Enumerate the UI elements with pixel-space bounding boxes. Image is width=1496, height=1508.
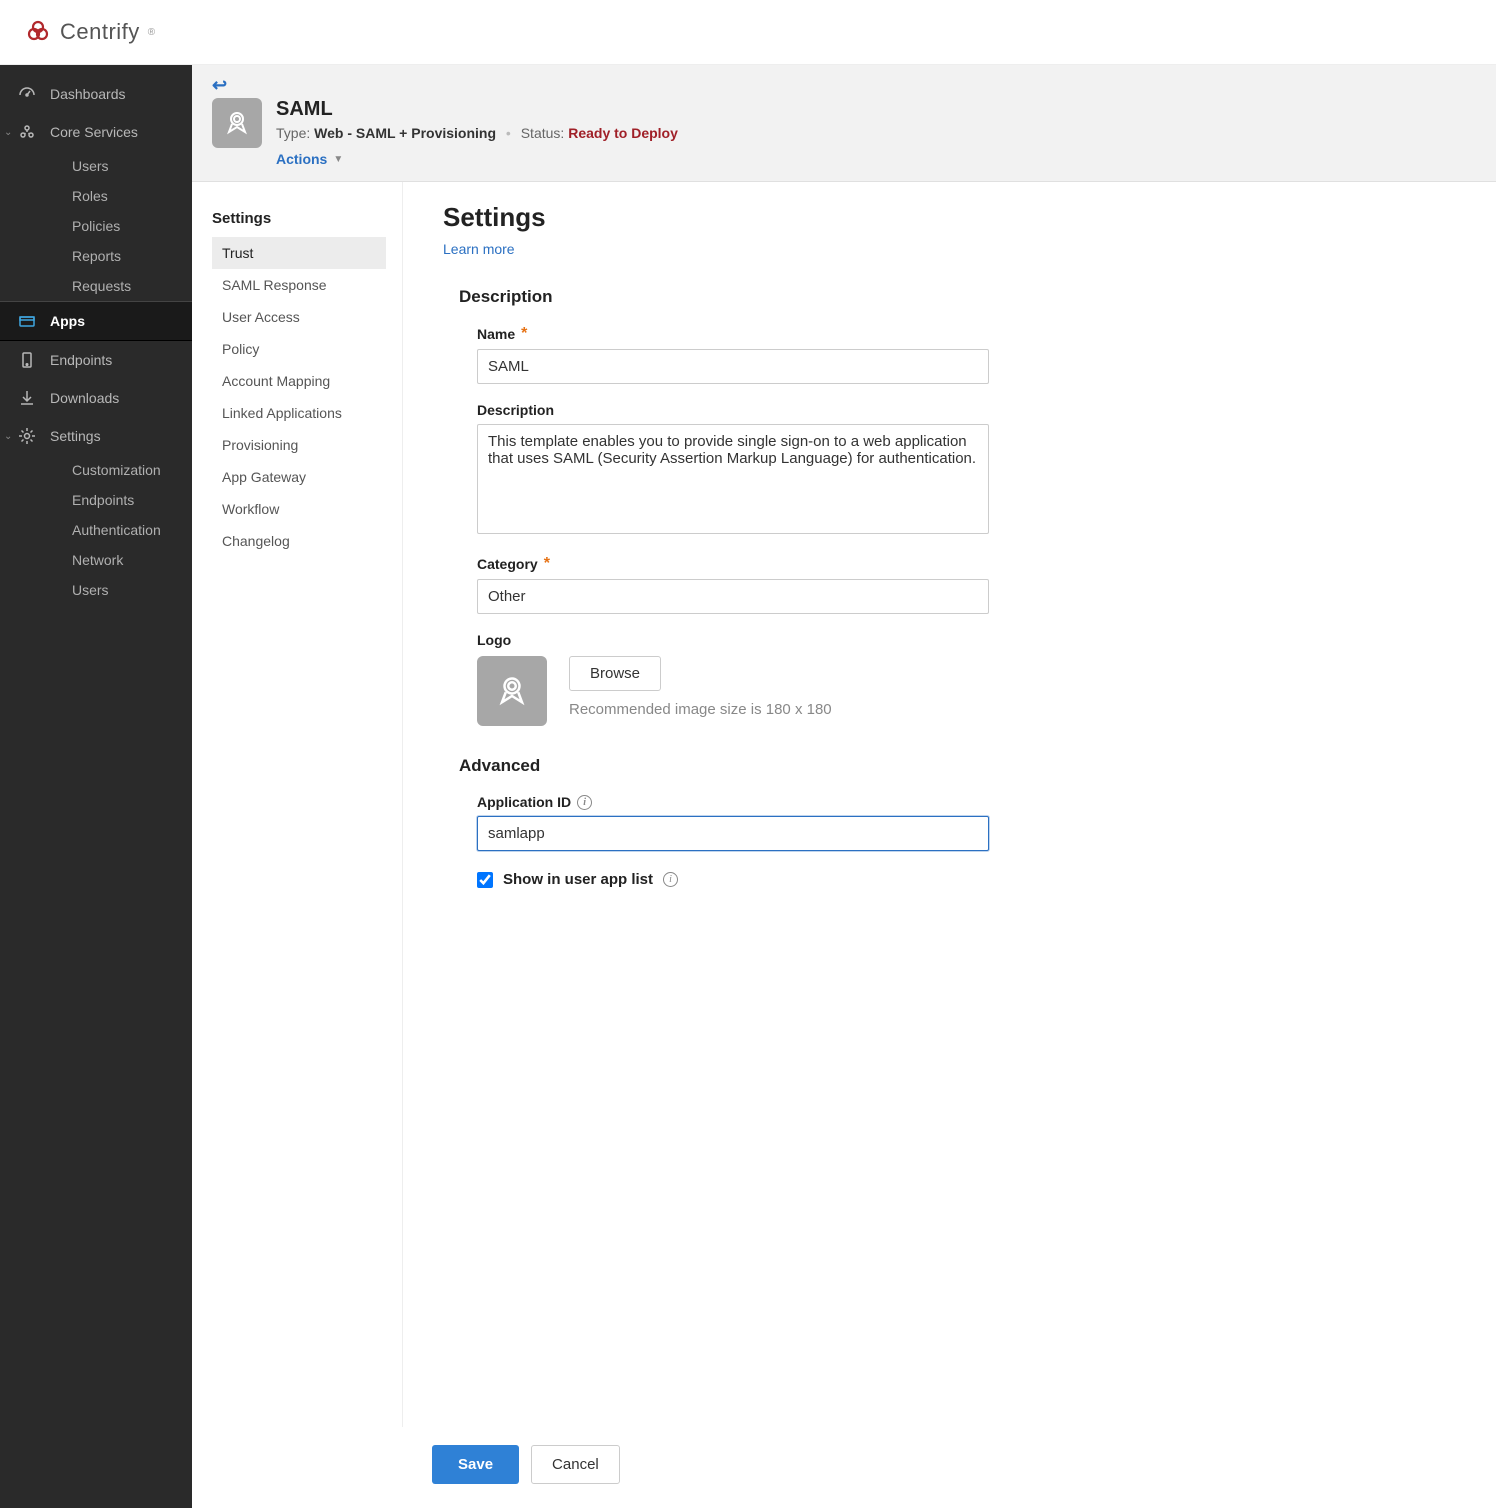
page-header-bar: ↩ SAML Type: Web - SAML + Provisioning •… xyxy=(192,65,1496,182)
chevron-down-icon: ⌄ xyxy=(4,431,12,442)
logo-label: Logo xyxy=(477,632,1062,648)
brand-logo[interactable]: Centrify ® xyxy=(24,17,155,48)
sidebar-item-downloads[interactable]: Downloads xyxy=(0,379,192,417)
sidebar-sub-policies[interactable]: Policies xyxy=(0,211,192,241)
logo-icon xyxy=(24,17,52,48)
page-title: SAML xyxy=(276,98,678,121)
footer-actions: Save Cancel xyxy=(432,1427,1496,1508)
subnav-changelog[interactable]: Changelog xyxy=(212,525,386,557)
application-id-input[interactable] xyxy=(477,816,989,851)
appid-label: Application ID i xyxy=(477,794,1062,810)
topbar: Centrify ® xyxy=(0,0,1496,65)
learn-more-link[interactable]: Learn more xyxy=(443,241,515,257)
show-in-user-app-list-checkbox[interactable] xyxy=(477,872,493,888)
subnav-trust[interactable]: Trust xyxy=(212,237,386,269)
name-input[interactable] xyxy=(477,349,989,384)
name-label: Name* xyxy=(477,325,1062,343)
core-icon xyxy=(18,123,36,141)
sidebar-label: Endpoints xyxy=(50,352,112,368)
trademark: ® xyxy=(148,27,155,38)
subnav-policy[interactable]: Policy xyxy=(212,333,386,365)
subnav-user-access[interactable]: User Access xyxy=(212,301,386,333)
sidebar-label: Dashboards xyxy=(50,86,126,102)
browse-button[interactable]: Browse xyxy=(569,656,661,691)
description-textarea[interactable] xyxy=(477,424,989,534)
sidebar-item-apps[interactable]: Apps xyxy=(0,301,192,341)
gear-icon xyxy=(18,427,36,445)
cancel-button[interactable]: Cancel xyxy=(531,1445,620,1484)
sidebar-sub-customization[interactable]: Customization xyxy=(0,455,192,485)
subnav-title: Settings xyxy=(212,210,386,227)
sidebar-label: Settings xyxy=(50,428,101,444)
sidebar-label: Core Services xyxy=(50,124,138,140)
page-meta: Type: Web - SAML + Provisioning • Status… xyxy=(276,125,678,141)
sidebar-item-settings[interactable]: ⌄ Settings xyxy=(0,417,192,455)
subnav-linked-applications[interactable]: Linked Applications xyxy=(212,397,386,429)
info-icon[interactable]: i xyxy=(663,872,678,887)
subnav-saml-response[interactable]: SAML Response xyxy=(212,269,386,301)
category-input[interactable] xyxy=(477,579,989,614)
section-description: Description xyxy=(459,287,1062,307)
caret-down-icon: ▼ xyxy=(333,154,343,165)
sidebar-label: Apps xyxy=(50,313,85,329)
required-icon: * xyxy=(521,325,527,343)
section-advanced: Advanced xyxy=(459,756,1062,776)
required-icon: * xyxy=(544,555,550,573)
settings-subnav: Settings Trust SAML Response User Access… xyxy=(192,182,402,1427)
subnav-provisioning[interactable]: Provisioning xyxy=(212,429,386,461)
category-label: Category* xyxy=(477,555,1062,573)
sidebar-item-core-services[interactable]: ⌄ Core Services xyxy=(0,113,192,151)
logo-hint: Recommended image size is 180 x 180 xyxy=(569,701,832,718)
save-button[interactable]: Save xyxy=(432,1445,519,1484)
sidebar-sub-roles[interactable]: Roles xyxy=(0,181,192,211)
sidebar-item-endpoints[interactable]: Endpoints xyxy=(0,341,192,379)
sidebar-sub-requests[interactable]: Requests xyxy=(0,271,192,301)
back-button[interactable]: ↩ xyxy=(212,75,227,96)
sidebar-sub-users2[interactable]: Users xyxy=(0,575,192,605)
description-label: Description xyxy=(477,402,1062,418)
download-icon xyxy=(18,389,36,407)
form-heading: Settings xyxy=(443,202,1062,233)
chevron-down-icon: ⌄ xyxy=(4,127,12,138)
subnav-app-gateway[interactable]: App Gateway xyxy=(212,461,386,493)
brand-name: Centrify xyxy=(60,19,140,45)
sidebar-sub-authentication[interactable]: Authentication xyxy=(0,515,192,545)
dashboard-icon xyxy=(18,85,36,103)
sidebar-sub-users[interactable]: Users xyxy=(0,151,192,181)
sidebar-sub-network[interactable]: Network xyxy=(0,545,192,575)
actions-dropdown[interactable]: Actions▼ xyxy=(276,151,343,167)
logo-thumbnail xyxy=(477,656,547,726)
info-icon[interactable]: i xyxy=(577,795,592,810)
subnav-workflow[interactable]: Workflow xyxy=(212,493,386,525)
apps-icon xyxy=(18,312,36,330)
sidebar-sub-reports[interactable]: Reports xyxy=(0,241,192,271)
sidebar-label: Downloads xyxy=(50,390,119,406)
sidebar: Dashboards ⌄ Core Services Users Roles P… xyxy=(0,65,192,1508)
sidebar-sub-endpoints[interactable]: Endpoints xyxy=(0,485,192,515)
form-panel: Settings Learn more Description Name* De… xyxy=(402,182,1102,1427)
sidebar-item-dashboards[interactable]: Dashboards xyxy=(0,75,192,113)
subnav-account-mapping[interactable]: Account Mapping xyxy=(212,365,386,397)
app-icon xyxy=(212,98,262,148)
show-in-list-label: Show in user app list xyxy=(503,871,653,888)
endpoint-icon xyxy=(18,351,36,369)
